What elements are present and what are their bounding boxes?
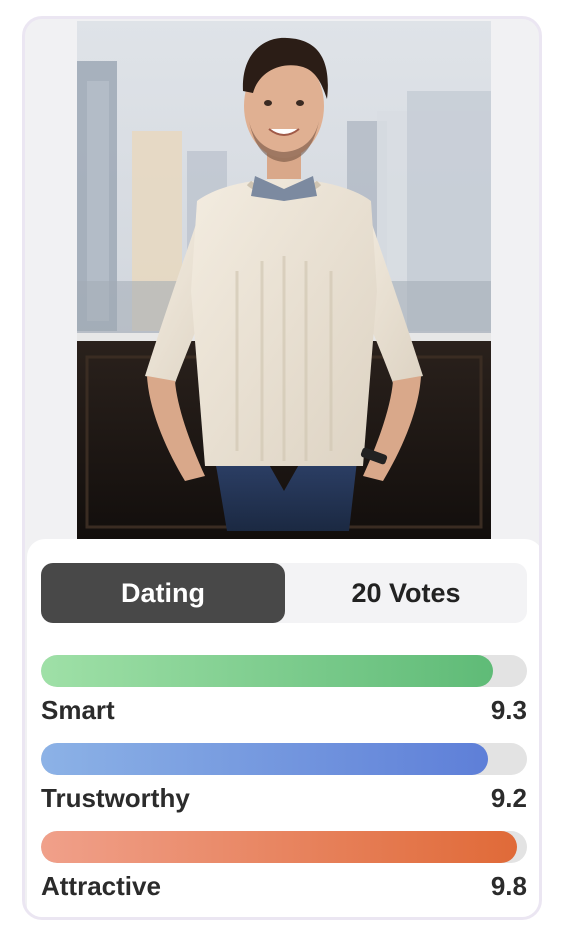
ratings-panel: Dating 20 Votes Smart 9.3 Trustworthy 9.… bbox=[27, 539, 539, 917]
profile-photo bbox=[77, 21, 491, 541]
trustworthy-value: 9.2 bbox=[490, 783, 527, 813]
profile-card: Dating 20 Votes Smart 9.3 Trustworthy 9.… bbox=[22, 16, 542, 920]
trustworthy-bar-fill bbox=[41, 743, 489, 775]
smart-bar-track bbox=[41, 655, 527, 687]
attractive-bar-track bbox=[41, 831, 527, 863]
trustworthy-label: Trustworthy bbox=[41, 783, 190, 813]
trustworthy-bar-track bbox=[41, 743, 527, 775]
category-tabs: Dating 20 Votes bbox=[41, 563, 527, 623]
smart-label: Smart bbox=[41, 695, 115, 725]
smart-bar-fill bbox=[41, 655, 493, 687]
tab-dating[interactable]: Dating bbox=[41, 563, 285, 623]
smart-value: 9.3 bbox=[490, 695, 527, 725]
profile-photo-image bbox=[77, 21, 491, 541]
tab-votes[interactable]: 20 Votes bbox=[285, 563, 527, 623]
attractive-bar-fill bbox=[41, 831, 518, 863]
attractive-value: 9.8 bbox=[490, 871, 527, 901]
attractive-label: Attractive bbox=[41, 871, 161, 901]
